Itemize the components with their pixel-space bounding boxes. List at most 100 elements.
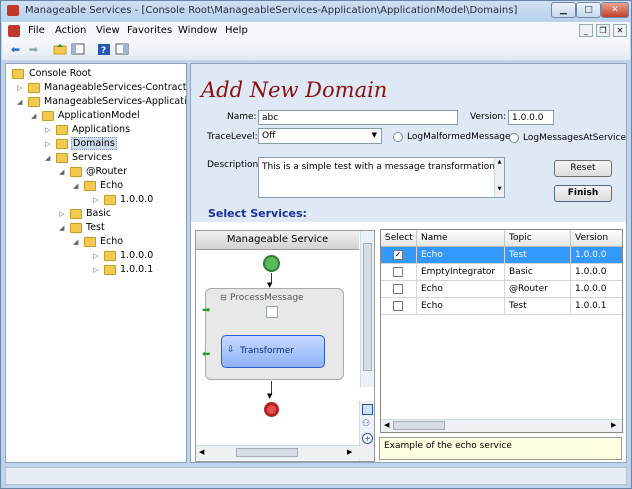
help-icon[interactable]: ? (96, 43, 111, 57)
grid-horizontal-scrollbar[interactable]: ◀ ▶ (381, 419, 622, 432)
description-scrollbar[interactable]: ▲ ▼ (494, 158, 504, 197)
expand-arrow-icon[interactable]: ▷ (17, 81, 25, 95)
designer-horizontal-scrollbar[interactable]: ◀ ▶ (196, 445, 360, 460)
svg-text:?: ? (101, 46, 106, 56)
description-textarea[interactable]: This is a simple test with a message tra… (258, 157, 505, 198)
folder-icon (84, 237, 96, 247)
print-icon[interactable] (362, 404, 373, 415)
menu-app-icon[interactable] (8, 25, 20, 37)
topic-cell: @Router (505, 281, 571, 298)
row-checkbox[interactable] (393, 301, 403, 311)
topic-cell: Test (505, 298, 571, 315)
scroll-right-icon[interactable]: ▶ (611, 421, 616, 429)
sequence-label: ProcessMessage (230, 293, 304, 303)
menu-action[interactable]: Action (55, 25, 86, 36)
row-checkbox[interactable]: ✓ (393, 250, 403, 260)
workflow-designer: Manageable Service ▼ ProcessMessage ⊟ ➡ … (195, 230, 375, 462)
folder-icon (70, 209, 82, 219)
menu-help[interactable]: Help (225, 25, 248, 36)
select-cell (381, 264, 417, 281)
folder-icon (104, 265, 116, 275)
show-hide-action-pane-icon[interactable] (114, 43, 129, 57)
expand-arrow-icon[interactable]: ▷ (93, 263, 101, 277)
menu-window[interactable]: Window (178, 25, 217, 36)
column-header-version[interactable]: Version (571, 230, 622, 247)
grid-hscroll-thumb[interactable] (393, 421, 445, 430)
log-malformed-label: LogMalformedMessages (407, 132, 516, 142)
designer-vertical-scrollbar[interactable] (360, 231, 374, 387)
row-checkbox[interactable] (393, 267, 403, 277)
collapse-arrow-icon[interactable]: ◢ (73, 235, 81, 249)
tracelevel-select[interactable]: Off ▼ (258, 128, 382, 144)
transformer-activity[interactable]: Transformer ⇩ (221, 335, 325, 368)
column-header-topic[interactable]: Topic (505, 230, 571, 247)
menu-favorites[interactable]: Favorites (127, 25, 172, 36)
folder-icon (28, 97, 40, 107)
expand-arrow-icon[interactable]: ▷ (59, 207, 67, 221)
scroll-left-icon[interactable]: ◀ (384, 421, 389, 429)
collapse-arrow-icon[interactable]: ◢ (73, 179, 81, 193)
collapse-arrow-icon[interactable]: ◢ (31, 109, 39, 123)
process-message-sequence[interactable]: ProcessMessage ⊟ ➡ Transformer ⇩ ⬅ (202, 288, 344, 380)
designer-scroll-thumb[interactable] (363, 243, 372, 371)
log-malformed-radio[interactable] (393, 132, 403, 142)
row-checkbox[interactable] (393, 284, 403, 294)
page-title: Add New Domain (201, 78, 388, 102)
name-cell: EmptyIntegrator (417, 264, 505, 281)
minimize-button[interactable]: ▁ (551, 2, 576, 18)
folder-icon (12, 69, 24, 79)
expand-arrow-icon[interactable]: ▷ (45, 137, 53, 151)
binoculars-icon[interactable]: ⚇ (362, 419, 370, 429)
designer-header: Manageable Service (196, 231, 359, 250)
designer-hscroll-thumb[interactable] (236, 448, 298, 457)
finish-button[interactable]: Finish (554, 185, 612, 202)
drop-target-icon (266, 306, 278, 318)
version-input[interactable]: 1.0.0.0 (508, 110, 554, 125)
topic-cell: Basic (505, 264, 571, 281)
mdi-close-button[interactable]: ✕ (613, 24, 627, 37)
reset-button[interactable]: Reset (554, 160, 612, 177)
collapse-arrow-icon[interactable]: ◢ (59, 165, 67, 179)
menu-view[interactable]: View (96, 25, 120, 36)
zoom-icon[interactable]: + (362, 433, 373, 444)
collapse-arrow-icon[interactable]: ◢ (45, 151, 53, 165)
expand-arrow-icon[interactable]: ▷ (93, 249, 101, 263)
column-header-name[interactable]: Name (417, 230, 505, 247)
scroll-left-icon[interactable]: ◀ (199, 448, 204, 456)
column-header-select[interactable]: Select (381, 230, 417, 247)
services-grid: Select Name Topic Version ✓ Echo Test 1.… (380, 229, 623, 433)
toolbar: ⬅ ➡ ? (2, 40, 630, 61)
folder-icon (56, 125, 68, 135)
scroll-right-icon[interactable]: ▶ (347, 448, 352, 456)
menu-file[interactable]: File (28, 25, 45, 36)
transform-icon: ⇩ (227, 345, 235, 355)
description-text: This is a simple test with a message tra… (262, 162, 495, 172)
select-services-label: Select Services: (208, 207, 307, 220)
mdi-minimize-button[interactable]: _ (579, 24, 593, 37)
arrow-down-icon: ▼ (267, 392, 273, 400)
maximize-button[interactable]: □ (576, 2, 601, 18)
service-description: Example of the echo service (379, 437, 622, 460)
forward-icon[interactable]: ➡ (26, 43, 41, 57)
expand-arrow-icon[interactable]: ▷ (93, 193, 101, 207)
window-title: Manageable Services - [Console Root\Mana… (25, 5, 518, 16)
app-icon (7, 5, 19, 16)
show-hide-tree-icon[interactable] (70, 43, 85, 57)
close-button[interactable]: ✕ (601, 2, 629, 18)
version-cell: 1.0.0.0 (571, 264, 622, 281)
mdi-restore-button[interactable]: ❐ (596, 24, 610, 37)
title-bar: Manageable Services - [Console Root\Mana… (1, 1, 631, 21)
green-arrow-icon: ⬅ (202, 349, 211, 360)
select-cell (381, 281, 417, 298)
collapse-arrow-icon[interactable]: ◢ (59, 221, 67, 235)
collapse-arrow-icon[interactable]: ◢ (17, 95, 25, 109)
expand-arrow-icon[interactable]: ▷ (45, 123, 53, 137)
folder-icon (70, 167, 82, 177)
version-cell: 1.0.0.0 (571, 247, 622, 264)
back-icon[interactable]: ⬅ (8, 43, 23, 57)
up-folder-icon[interactable] (52, 43, 67, 57)
name-input[interactable]: abc (258, 110, 458, 125)
collapse-box-icon[interactable]: ⊟ (220, 293, 227, 302)
log-at-service-radio[interactable] (509, 133, 519, 143)
folder-icon (84, 181, 96, 191)
